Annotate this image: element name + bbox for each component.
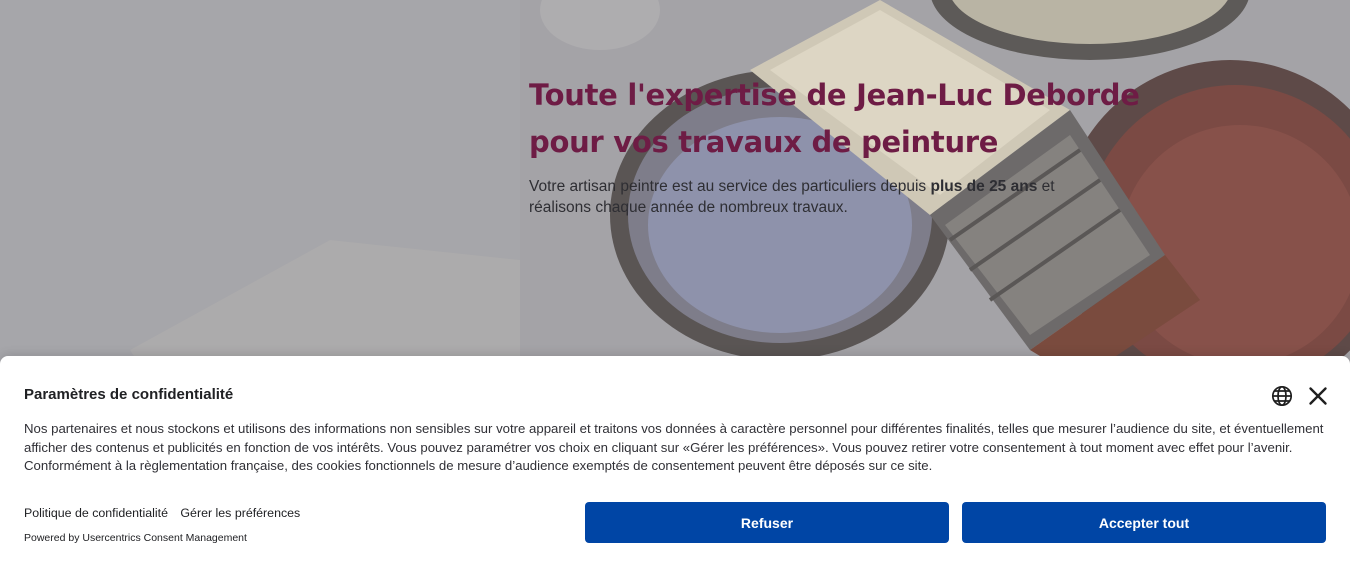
hero-title: Toute l'expertise de Jean-Luc Deborde po…: [529, 72, 1149, 166]
close-button[interactable]: [1306, 384, 1330, 408]
manage-preferences-link[interactable]: Gérer les préférences: [180, 506, 300, 520]
language-button[interactable]: [1270, 384, 1294, 408]
consent-links: Politique de confidentialité Gérer les p…: [24, 506, 309, 520]
hero-subtitle-highlight: plus de 25 ans: [930, 178, 1038, 195]
hero-title-line-1: Toute l'expertise de Jean-Luc Deborde: [529, 78, 1140, 112]
hero-title-line-2: pour vos travaux de peinture: [529, 125, 999, 159]
accept-all-button[interactable]: Accepter tout: [962, 502, 1326, 543]
cookie-consent-banner: Paramètres de confidentialité Nos parten…: [0, 356, 1350, 568]
privacy-policy-link[interactable]: Politique de confidentialité: [24, 506, 168, 520]
consent-description: Nos partenaires et nous stockons et util…: [24, 421, 1324, 473]
powered-by-text: Powered by Usercentrics Consent Manageme…: [24, 532, 247, 544]
close-icon: [1309, 387, 1327, 405]
globe-icon: [1271, 385, 1293, 407]
hero-text-block: Toute l'expertise de Jean-Luc Deborde po…: [529, 72, 1149, 218]
refuse-button[interactable]: Refuser: [585, 502, 949, 543]
consent-title: Paramètres de confidentialité: [24, 386, 234, 403]
hero-subtitle: Votre artisan peintre est au service des…: [529, 176, 1109, 218]
hero-subtitle-start: Votre artisan peintre est au service des…: [529, 178, 931, 195]
